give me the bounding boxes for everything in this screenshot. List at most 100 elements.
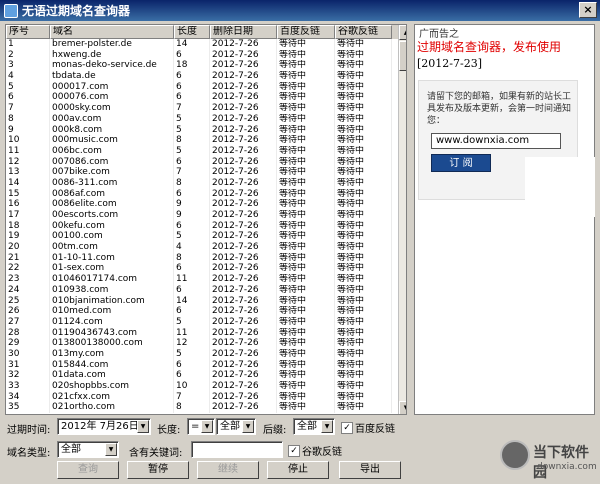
table-cell: 2012-7-26: [210, 231, 277, 243]
continue-button[interactable]: 继续: [197, 461, 259, 479]
table-cell: 等待中: [277, 210, 335, 221]
grid-scrollbar[interactable]: ▲ ▼: [398, 25, 406, 414]
table-cell: 等待中: [277, 145, 335, 157]
table-row[interactable]: 16 0086elite.com 9 2012-7-26 等待中 等待中: [6, 199, 406, 210]
table-row[interactable]: 6 000076.com 6 2012-7-26 等待中 等待中: [6, 92, 406, 104]
domain-grid[interactable]: 序号 域名 长度 删除日期 百度反链 谷歌反链 1 bremer-polster.…: [5, 24, 407, 415]
table-row[interactable]: 19 00100.com 5 2012-7-26 等待中 等待中: [6, 231, 406, 243]
col-header-baidu[interactable]: 百度反链: [277, 25, 335, 39]
table-cell: 等待中: [277, 284, 335, 296]
table-row[interactable]: 1 bremer-polster.de 14 2012-7-26 等待中 等待中: [6, 39, 406, 50]
table-cell: 11: [174, 274, 210, 285]
scroll-up-icon[interactable]: ▲: [399, 25, 406, 40]
table-cell: 5: [174, 145, 210, 157]
table-row[interactable]: 28 01190436743.com 11 2012-7-26 等待中 等待中: [6, 327, 406, 339]
table-row[interactable]: 11 006bc.com 5 2012-7-26 等待中 等待中: [6, 145, 406, 157]
chevron-down-icon[interactable]: ▼: [137, 420, 149, 433]
table-row[interactable]: 24 010938.com 6 2012-7-26 等待中 等待中: [6, 284, 406, 296]
scroll-thumb[interactable]: [399, 41, 406, 71]
table-row[interactable]: 35 021ortho.com 8 2012-7-26 等待中 等待中: [6, 402, 406, 414]
table-cell: 33: [6, 381, 50, 392]
table-row[interactable]: 9 000k8.com 5 2012-7-26 等待中 等待中: [6, 124, 406, 136]
chevron-down-icon[interactable]: ▼: [321, 420, 333, 433]
chevron-down-icon[interactable]: ▼: [242, 420, 254, 433]
table-row[interactable]: 20 00tm.com 4 2012-7-26 等待中 等待中: [6, 242, 406, 253]
table-row[interactable]: 17 00escorts.com 9 2012-7-26 等待中 等待中: [6, 210, 406, 221]
table-row[interactable]: 34 021cfxx.com 7 2012-7-26 等待中 等待中: [6, 391, 406, 403]
checkmark-icon[interactable]: ✓: [288, 444, 300, 457]
ad-title[interactable]: 过期域名查询器，发布使用 [2012-7-23]: [417, 39, 593, 72]
table-row[interactable]: 10 000music.com 8 2012-7-26 等待中 等待中: [6, 135, 406, 146]
table-cell: 等待中: [277, 135, 335, 146]
table-cell: 等待中: [277, 81, 335, 93]
length-operator-value: =: [191, 421, 200, 432]
table-row[interactable]: 23 01046017174.com 11 2012-7-26 等待中 等待中: [6, 274, 406, 285]
table-row[interactable]: 30 013my.com 5 2012-7-26 等待中 等待中: [6, 348, 406, 360]
suffix-select[interactable]: 全部 ▼: [293, 418, 335, 435]
table-cell: 等待中: [277, 327, 335, 339]
grid-body: 1 bremer-polster.de 14 2012-7-26 等待中 等待中 2 hxwe…: [6, 39, 406, 414]
col-header-delete-date[interactable]: 删除日期: [210, 25, 277, 39]
stop-button[interactable]: 停止: [267, 461, 329, 479]
table-row[interactable]: 18 00kefu.com 6 2012-7-26 等待中 等待中: [6, 220, 406, 232]
table-row[interactable]: 33 020shopbbs.com 10 2012-7-26 等待中 等待中: [6, 381, 406, 392]
google-backlink-checkbox[interactable]: ✓ 谷歌反链: [288, 443, 342, 458]
email-field[interactable]: www.downxia.com: [431, 133, 561, 149]
table-row[interactable]: 27 01124.com 5 2012-7-26 等待中 等待中: [6, 316, 406, 328]
table-row[interactable]: 15 0086af.com 6 2012-7-26 等待中 等待中: [6, 188, 406, 200]
table-row[interactable]: 3 monas-deko-service.de 18 2012-7-26 等待中 等待中: [6, 60, 406, 72]
table-row[interactable]: 2 hxweng.de 6 2012-7-26 等待中 等待中: [6, 49, 406, 61]
table-row[interactable]: 29 013800138000.com 12 2012-7-26 等待中 等待中: [6, 338, 406, 349]
ad-title-text[interactable]: 过期域名查询器，发布使用: [417, 40, 561, 54]
query-button[interactable]: 查询: [57, 461, 119, 479]
table-cell: 12: [174, 338, 210, 349]
length-operator-select[interactable]: = ▼: [187, 418, 215, 435]
length-value-select[interactable]: 全部 ▼: [216, 418, 256, 435]
table-row[interactable]: 31 015844.com 6 2012-7-26 等待中 等待中: [6, 359, 406, 371]
table-cell: 35: [6, 402, 50, 414]
table-cell: 等待中: [277, 156, 335, 168]
table-row[interactable]: 26 010med.com 6 2012-7-26 等待中 等待中: [6, 306, 406, 317]
table-cell: 2012-7-26: [210, 39, 277, 50]
table-row[interactable]: 8 000av.com 5 2012-7-26 等待中 等待中: [6, 113, 406, 125]
subscribe-button[interactable]: 订 阅: [431, 154, 491, 172]
table-cell: 6: [174, 156, 210, 168]
chevron-down-icon[interactable]: ▼: [201, 420, 213, 433]
keyword-input[interactable]: [191, 441, 283, 458]
table-row[interactable]: 13 007bike.com 7 2012-7-26 等待中 等待中: [6, 167, 406, 178]
chevron-down-icon[interactable]: ▼: [105, 443, 117, 456]
table-row[interactable]: 21 01-10-11.com 8 2012-7-26 等待中 等待中: [6, 252, 406, 264]
expire-date-picker[interactable]: 2012年 7月26日 ▼: [57, 418, 151, 435]
col-header-length[interactable]: 长度: [174, 25, 210, 39]
table-row[interactable]: 25 010bjanimation.com 14 2012-7-26 等待中 等待中: [6, 295, 406, 307]
table-cell: 等待中: [335, 177, 392, 189]
table-row[interactable]: 14 0086-311.com 8 2012-7-26 等待中 等待中: [6, 177, 406, 189]
col-header-google[interactable]: 谷歌反链: [335, 25, 392, 39]
expire-label: 过期时间:: [7, 425, 51, 436]
table-cell: 等待中: [277, 242, 335, 253]
close-button[interactable]: ×: [579, 2, 597, 18]
table-row[interactable]: 32 01data.com 6 2012-7-26 等待中 等待中: [6, 370, 406, 381]
checkmark-icon[interactable]: ✓: [341, 421, 353, 434]
table-row[interactable]: 7 0000sky.com 7 2012-7-26 等待中 等待中: [6, 103, 406, 114]
grid-header: 序号 域名 长度 删除日期 百度反链 谷歌反链: [6, 25, 406, 39]
table-cell: 等待中: [277, 370, 335, 381]
table-cell: 9: [174, 199, 210, 210]
table-cell: 26: [6, 306, 50, 317]
table-row[interactable]: 12 007086.com 6 2012-7-26 等待中 等待中: [6, 156, 406, 168]
table-cell: 5: [174, 124, 210, 136]
col-header-index[interactable]: 序号: [6, 25, 50, 39]
table-cell: 等待中: [335, 81, 392, 93]
baidu-backlink-checkbox[interactable]: ✓ 百度反链: [341, 420, 395, 435]
table-row[interactable]: 4 tbdata.de 6 2012-7-26 等待中 等待中: [6, 71, 406, 82]
pause-button[interactable]: 暂停: [127, 461, 189, 479]
table-cell: 000av.com: [50, 113, 174, 125]
table-row[interactable]: 5 000017.com 6 2012-7-26 等待中 等待中: [6, 81, 406, 93]
table-cell: 18: [6, 220, 50, 232]
scroll-down-icon[interactable]: ▼: [399, 401, 406, 414]
table-row[interactable]: 22 01-sex.com 6 2012-7-26 等待中 等待中: [6, 263, 406, 275]
table-cell: 2012-7-26: [210, 177, 277, 189]
domain-type-select[interactable]: 全部 ▼: [57, 441, 119, 458]
col-header-domain[interactable]: 域名: [50, 25, 174, 39]
export-button[interactable]: 导出: [339, 461, 401, 479]
